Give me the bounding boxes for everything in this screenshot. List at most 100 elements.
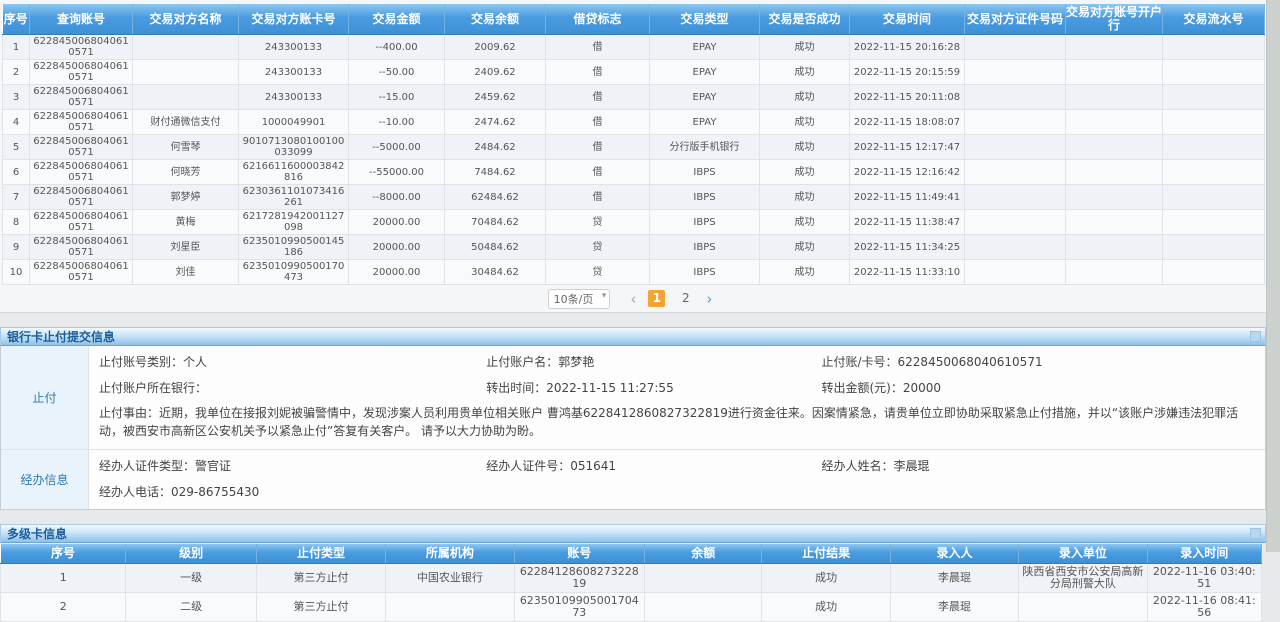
cell-seq: 1 [1, 564, 126, 593]
cell-amount: --5000.00 [349, 135, 445, 160]
cell-seq: 2 [1, 593, 126, 622]
cell-debit-credit: 借 [546, 135, 650, 160]
table-row[interactable]: 2 6228450068040610571 243300133 --50.00 … [3, 60, 1265, 85]
column-header[interactable]: 交易类型 [650, 4, 760, 35]
column-header[interactable]: 交易对方账号开户行 [1066, 4, 1163, 35]
cell-query-account: 6228450068040610571 [30, 60, 133, 85]
table-row[interactable]: 6 6228450068040610571 何晓芳 62166116000038… [3, 160, 1265, 185]
table-row[interactable]: 5 6228450068040610571 何雪琴 90107130801001… [3, 135, 1265, 160]
column-header[interactable]: 级别 [126, 544, 256, 564]
page-size-select[interactable]: 10条/页 ▾ [548, 289, 611, 309]
field-bank: 止付账户所在银行： [99, 375, 486, 401]
column-header[interactable]: 交易金额 [349, 4, 445, 35]
cell-opening-bank [1066, 35, 1163, 60]
transactions-panel: 序号查询账号交易对方名称交易对方账卡号交易金额交易余额借贷标志交易类型交易是否成… [0, 0, 1266, 313]
group-label-operator: 经办信息 [1, 450, 89, 509]
cell-debit-credit: 借 [546, 160, 650, 185]
column-header[interactable]: 交易流水号 [1163, 4, 1265, 35]
column-header[interactable]: 录入时间 [1147, 544, 1261, 564]
cell-type: EPAY [650, 110, 760, 135]
cell-balance: 2009.62 [445, 35, 546, 60]
cell-type: IBPS [650, 185, 760, 210]
cell-type: IBPS [650, 210, 760, 235]
cell-seq: 7 [3, 185, 30, 210]
column-header[interactable]: 交易对方名称 [133, 4, 239, 35]
cell-opening-bank [1066, 85, 1163, 110]
column-header[interactable]: 录入人 [890, 544, 1018, 564]
cell-amount: --10.00 [349, 110, 445, 135]
cell-debit-credit: 贷 [546, 235, 650, 260]
column-header[interactable]: 交易对方账卡号 [239, 4, 349, 35]
cell-query-account: 6228450068040610571 [30, 235, 133, 260]
cell-serial-no [1163, 260, 1265, 285]
page-2-button[interactable]: 2 [677, 290, 694, 307]
cell-opening-bank [1066, 135, 1163, 160]
table-row[interactable]: 8 6228450068040610571 黄梅 621728194200112… [3, 210, 1265, 235]
content-area: 序号查询账号交易对方名称交易对方账卡号交易金额交易余额借贷标志交易类型交易是否成… [0, 0, 1266, 622]
table-row[interactable]: 7 6228450068040610571 郭梦婷 62303611010734… [3, 185, 1265, 210]
cell-cert-no [965, 210, 1066, 235]
cell-time: 2022-11-15 18:08:07 [850, 110, 965, 135]
cell-success: 成功 [760, 60, 850, 85]
cell-stop-type: 第三方止付 [256, 564, 385, 593]
table-row[interactable]: 4 6228450068040610571 财付通微信支付 1000049901… [3, 110, 1265, 135]
collapse-icon[interactable] [1250, 528, 1261, 539]
column-header[interactable]: 止付类型 [256, 544, 385, 564]
cell-seq: 8 [3, 210, 30, 235]
cell-seq: 1 [3, 35, 30, 60]
column-header[interactable]: 交易时间 [850, 4, 965, 35]
cell-amount: --8000.00 [349, 185, 445, 210]
collapse-icon[interactable] [1250, 331, 1261, 342]
table-row[interactable]: 10 6228450068040610571 刘佳 62350109905001… [3, 260, 1265, 285]
cell-counterparty-card: 1000049901 [239, 110, 349, 135]
cell-opening-bank [1066, 235, 1163, 260]
cell-cert-no [965, 85, 1066, 110]
cell-balance: 2459.62 [445, 85, 546, 110]
table-row[interactable]: 1 6228450068040610571 243300133 --400.00… [3, 35, 1265, 60]
cell-time: 2022-11-15 11:33:10 [850, 260, 965, 285]
cell-type: IBPS [650, 160, 760, 185]
column-header[interactable]: 交易余额 [445, 4, 546, 35]
cell-query-account: 6228450068040610571 [30, 110, 133, 135]
field-account-name: 止付账户名：郭梦艳 [486, 349, 821, 375]
table-row[interactable]: 1 一级 第三方止付 中国农业银行 6228412860827322819 成功… [1, 564, 1262, 593]
cell-result: 成功 [762, 564, 890, 593]
prev-page-button[interactable]: ‹ [630, 290, 636, 308]
cell-opening-bank [1066, 260, 1163, 285]
cell-entered-by: 李晨琨 [890, 593, 1018, 622]
column-header[interactable]: 交易是否成功 [760, 4, 850, 35]
cell-time: 2022-11-15 11:34:25 [850, 235, 965, 260]
stop-payment-group: 止付 止付账号类别：个人 止付账户名：郭梦艳 止付账/卡号：6228450068… [1, 346, 1265, 449]
table-row[interactable]: 9 6228450068040610571 刘星臣 62350109905001… [3, 235, 1265, 260]
page-size-label: 10条/页 [554, 293, 594, 306]
column-header[interactable]: 录入单位 [1019, 544, 1147, 564]
next-page-button[interactable]: › [706, 290, 712, 308]
column-header[interactable]: 余额 [645, 544, 762, 564]
cell-cert-no [965, 235, 1066, 260]
page-1-button[interactable]: 1 [648, 290, 665, 307]
column-header[interactable]: 序号 [1, 544, 126, 564]
multi-card-section-header: 多级卡信息 [0, 524, 1266, 543]
column-header[interactable]: 查询账号 [30, 4, 133, 35]
cell-cert-no [965, 60, 1066, 85]
cell-success: 成功 [760, 235, 850, 260]
cell-serial-no [1163, 235, 1265, 260]
cell-debit-credit: 借 [546, 85, 650, 110]
scrollbar[interactable] [1266, 0, 1280, 552]
column-header[interactable]: 所属机构 [386, 544, 514, 564]
cell-amount: --15.00 [349, 85, 445, 110]
table-row[interactable]: 2 二级 第三方止付 6235010990500170473 成功 李晨琨 20… [1, 593, 1262, 622]
column-header[interactable]: 止付结果 [762, 544, 890, 564]
cell-time: 2022-11-15 12:16:42 [850, 160, 965, 185]
cell-success: 成功 [760, 110, 850, 135]
cell-balance [645, 593, 762, 622]
table-row[interactable]: 3 6228450068040610571 243300133 --15.00 … [3, 85, 1265, 110]
cell-type: EPAY [650, 85, 760, 110]
cell-query-account: 6228450068040610571 [30, 160, 133, 185]
column-header[interactable]: 账号 [514, 544, 644, 564]
field-operator-name: 经办人姓名：李晨琨 [821, 453, 1255, 479]
stop-payment-section-header: 银行卡止付提交信息 [0, 327, 1266, 346]
column-header[interactable]: 借贷标志 [546, 4, 650, 35]
column-header[interactable]: 序号 [3, 4, 30, 35]
column-header[interactable]: 交易对方证件号码 [965, 4, 1066, 35]
